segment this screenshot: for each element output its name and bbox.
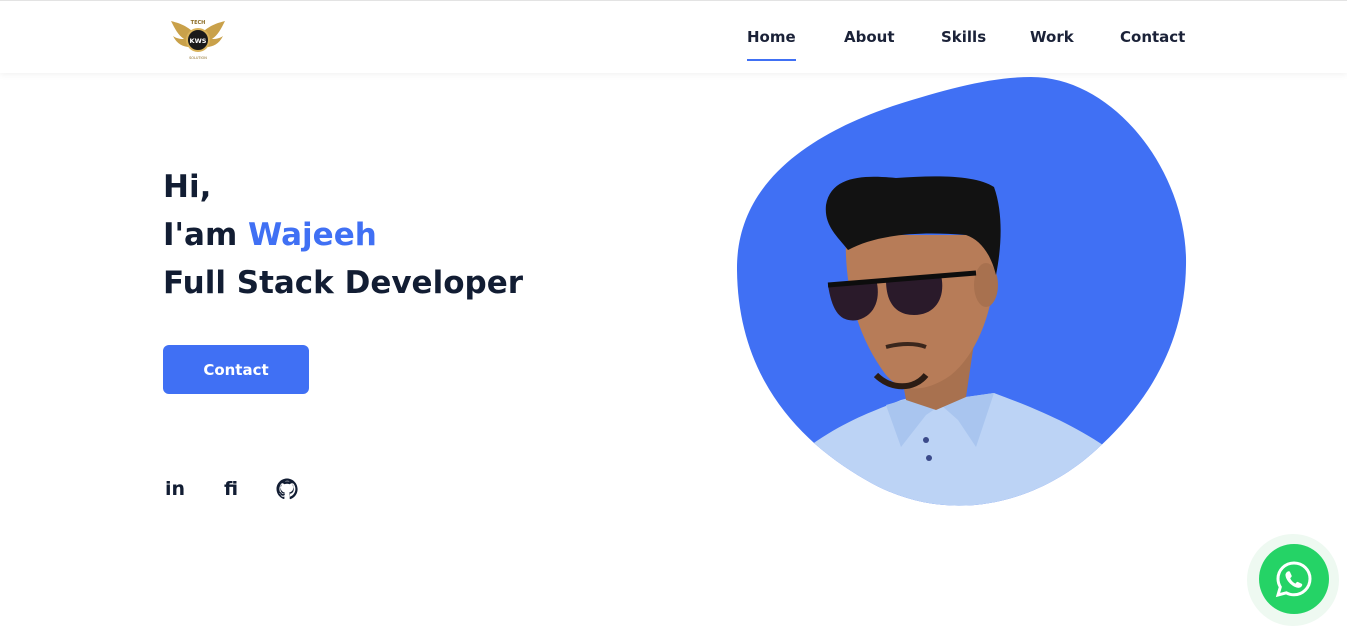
fiverr-icon: fi (223, 478, 239, 500)
hero-greeting: Hi, (163, 169, 212, 205)
logo-text-top: TECH (191, 20, 206, 26)
github-icon (276, 478, 298, 500)
whatsapp-icon (1275, 561, 1312, 598)
main-nav: Home About Skills Work Contact (0, 27, 1347, 63)
profile-photo-blob (736, 77, 1187, 506)
linkedin-link[interactable]: in (162, 476, 188, 502)
contact-button[interactable]: Contact (163, 345, 309, 394)
linkedin-icon: in (164, 478, 186, 500)
whatsapp-button[interactable] (1259, 544, 1329, 614)
github-link[interactable] (274, 476, 300, 502)
nav-work[interactable]: Work (1030, 27, 1074, 61)
nav-about[interactable]: About (844, 27, 895, 61)
fiverr-link[interactable]: fi (218, 476, 244, 502)
nav-home[interactable]: Home (747, 27, 796, 61)
hero-role: Full Stack Developer (163, 265, 524, 301)
hero-text: Hi, I'am Wajeeh Full Stack Developer (163, 163, 523, 307)
hero-intro-prefix: I'am (163, 217, 249, 253)
nav-skills[interactable]: Skills (941, 27, 986, 61)
hero-name: Wajeeh (248, 217, 377, 253)
nav-contact[interactable]: Contact (1120, 27, 1185, 61)
site-header: KWS TECH SOLUTION Home About Skills Work… (0, 0, 1347, 73)
profile-photo (736, 75, 1188, 517)
hero-intro: I'am Wajeeh (163, 211, 523, 259)
